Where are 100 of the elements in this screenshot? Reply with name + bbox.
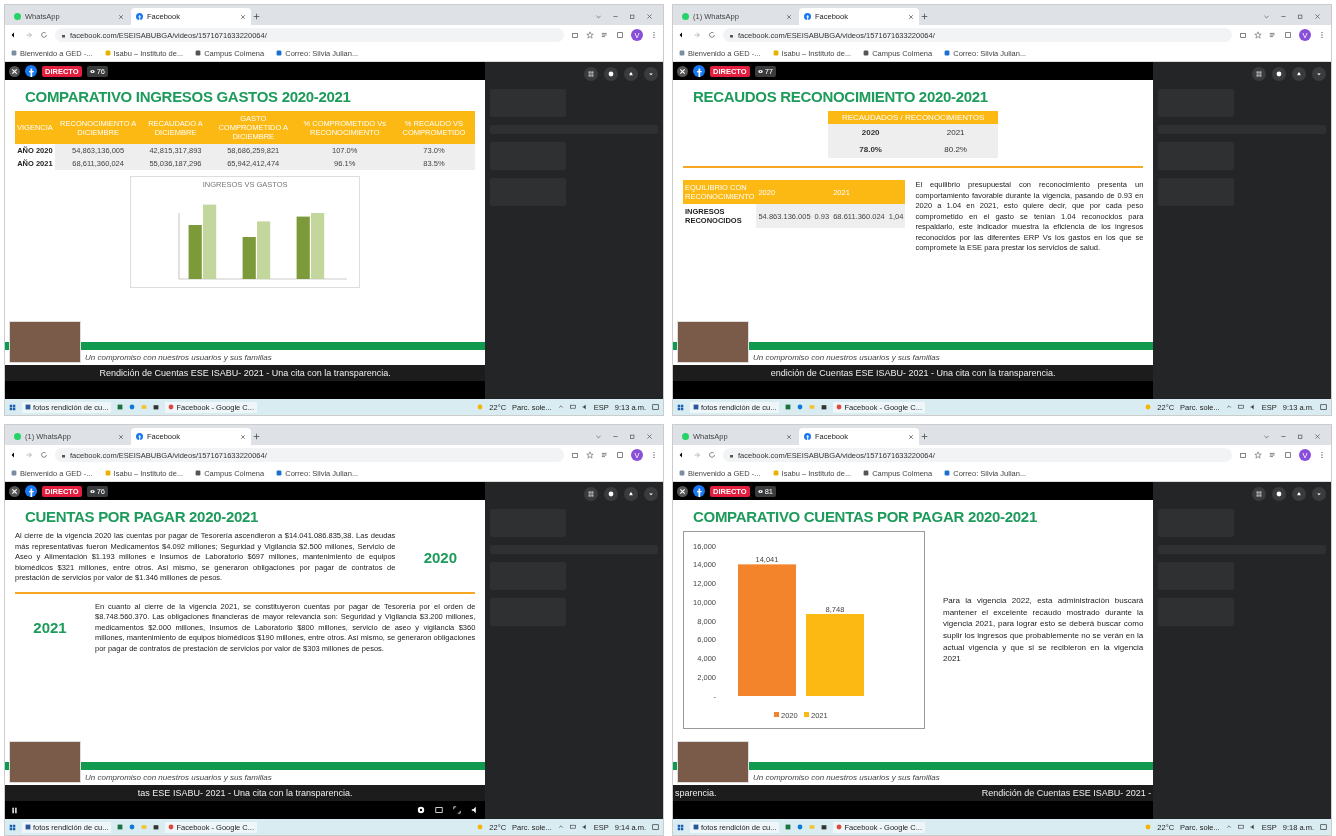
notifications-button[interactable] [624, 67, 638, 81]
sidebar-icon[interactable] [616, 451, 624, 459]
menu-button[interactable] [584, 487, 598, 501]
restore-icon[interactable] [629, 13, 636, 20]
notifications-button[interactable] [1292, 67, 1306, 81]
network-icon[interactable] [1237, 824, 1244, 830]
chevron-up-icon[interactable] [557, 404, 564, 410]
network-icon[interactable] [1237, 404, 1244, 410]
notification-icon[interactable] [652, 823, 659, 831]
document-icon [25, 404, 31, 410]
restore-icon[interactable] [1297, 13, 1304, 20]
settings-icon[interactable] [417, 806, 426, 814]
account-button[interactable] [644, 67, 658, 81]
notification-icon[interactable] [1320, 823, 1327, 831]
close-icon[interactable] [677, 485, 688, 497]
chevron-down-icon[interactable] [1263, 13, 1270, 20]
ticker-text: Rendición de Cuentas ESE ISABU- 2021 - Una cita con la transparencia. [99, 368, 391, 378]
plus-icon[interactable] [253, 433, 260, 440]
windows-icon[interactable] [9, 403, 16, 411]
star-icon[interactable] [1254, 31, 1262, 39]
playlist-icon[interactable] [1269, 451, 1277, 459]
reload-icon[interactable] [40, 451, 48, 459]
volume-icon[interactable] [1249, 404, 1256, 410]
close-icon[interactable] [9, 65, 20, 77]
store-icon[interactable] [153, 824, 160, 830]
share-icon[interactable] [571, 451, 579, 459]
messenger-button[interactable] [604, 487, 618, 501]
close-icon[interactable] [9, 485, 20, 497]
app-icon[interactable] [117, 824, 124, 830]
minimize-icon[interactable] [1280, 13, 1287, 20]
plus-icon[interactable] [921, 433, 928, 440]
more-icon[interactable] [1318, 451, 1326, 459]
app-icon[interactable] [117, 404, 124, 410]
chevron-down-icon[interactable] [595, 433, 602, 440]
messenger-button[interactable] [1272, 67, 1286, 81]
star-icon[interactable] [586, 31, 594, 39]
network-icon[interactable] [569, 404, 576, 410]
more-icon[interactable] [650, 451, 658, 459]
menu-button[interactable] [1252, 487, 1266, 501]
sidebar-icon[interactable] [1284, 451, 1292, 459]
windows-icon[interactable] [9, 823, 16, 831]
sidebar-icon[interactable] [1284, 31, 1292, 39]
close-icon[interactable] [677, 65, 688, 77]
pause-icon[interactable] [11, 806, 18, 814]
menu-button[interactable] [1252, 67, 1266, 81]
more-icon[interactable] [1318, 31, 1326, 39]
eye-icon [757, 68, 763, 74]
minimize-icon[interactable] [1280, 433, 1287, 440]
more-icon[interactable] [650, 31, 658, 39]
store-icon[interactable] [153, 404, 160, 410]
network-icon[interactable] [569, 824, 576, 830]
fullscreen-icon[interactable] [453, 806, 462, 814]
minimize-icon[interactable] [612, 13, 619, 20]
sidebar-icon[interactable] [616, 31, 624, 39]
app-icon[interactable] [785, 824, 792, 830]
playlist-icon[interactable] [1269, 31, 1277, 39]
browser-icon[interactable] [797, 824, 804, 830]
windows-icon[interactable] [677, 823, 684, 831]
captions-icon[interactable] [435, 806, 444, 814]
minimize-icon[interactable] [612, 433, 619, 440]
account-button[interactable] [1312, 487, 1326, 501]
notifications-button[interactable] [1292, 487, 1306, 501]
star-icon[interactable] [1254, 451, 1262, 459]
plus-icon[interactable] [921, 13, 928, 20]
chevron-up-icon[interactable] [557, 824, 564, 830]
messenger-button[interactable] [1272, 487, 1286, 501]
share-icon[interactable] [1239, 31, 1247, 39]
volume-icon[interactable] [581, 824, 588, 830]
chevron-up-icon[interactable] [1225, 824, 1232, 830]
menu-button[interactable] [584, 67, 598, 81]
restore-icon[interactable] [1297, 433, 1304, 440]
chevron-down-icon[interactable] [595, 13, 602, 20]
notifications-button[interactable] [624, 487, 638, 501]
volume-icon[interactable] [1249, 824, 1256, 830]
store-icon[interactable] [821, 404, 828, 410]
volume-icon[interactable] [581, 404, 588, 410]
reload-icon[interactable] [708, 451, 716, 459]
playlist-icon[interactable] [601, 31, 609, 39]
store-icon[interactable] [821, 824, 828, 830]
slide-title: COMPARATIVO CUENTAS POR PAGAR 2020-2021 [692, 508, 1038, 525]
restore-icon[interactable] [629, 433, 636, 440]
browser-icon[interactable] [129, 824, 136, 830]
plus-icon[interactable] [253, 13, 260, 20]
notification-icon[interactable] [1320, 403, 1327, 411]
notification-icon[interactable] [652, 403, 659, 411]
windows-icon[interactable] [677, 403, 684, 411]
chevron-up-icon[interactable] [1225, 404, 1232, 410]
star-icon[interactable] [586, 451, 594, 459]
share-icon[interactable] [571, 31, 579, 39]
browser-icon[interactable] [797, 404, 804, 410]
account-button[interactable] [1312, 67, 1326, 81]
browser-icon[interactable] [129, 404, 136, 410]
chevron-down-icon[interactable] [1263, 433, 1270, 440]
share-icon[interactable] [1239, 451, 1247, 459]
reload-icon[interactable] [40, 31, 48, 39]
account-button[interactable] [644, 487, 658, 501]
playlist-icon[interactable] [601, 451, 609, 459]
messenger-button[interactable] [604, 67, 618, 81]
app-icon[interactable] [785, 404, 792, 410]
reload-icon[interactable] [708, 31, 716, 39]
